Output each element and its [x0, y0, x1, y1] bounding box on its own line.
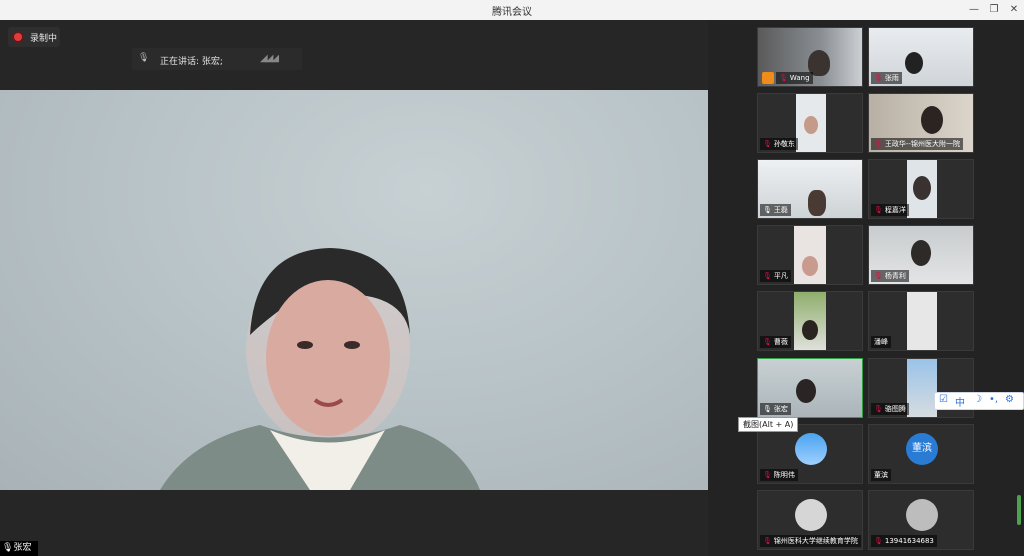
participant-tile[interactable]: 董滨 董滨	[868, 424, 974, 484]
mic-muted-icon: 🎙	[874, 537, 883, 545]
participant-tile[interactable]: 🎙 陈明伟	[757, 424, 863, 484]
participant-label: 🎙 骆图腾	[871, 403, 909, 415]
mic-muted-icon: 🎙	[874, 206, 883, 214]
mic-muted-icon: 🎙	[763, 272, 772, 280]
participant-label: 🎙 孙敬东	[760, 138, 798, 150]
participant-label: 🎙 杨青利	[871, 270, 909, 282]
participant-label: 🎙 张雨	[871, 72, 902, 84]
microphone-icon: 🎙	[138, 53, 150, 63]
participant-tile[interactable]: 🎙 程嘉洋	[868, 159, 974, 219]
restore-icon[interactable]: ❐	[984, 2, 1004, 18]
speaker-video-figure	[160, 248, 480, 490]
language-toggle[interactable]: 中	[955, 394, 965, 409]
mic-muted-icon: 🎙	[763, 140, 772, 148]
minimize-icon[interactable]: —	[964, 2, 984, 18]
participant-label: 潘峰	[871, 336, 891, 348]
participant-label: 🎙 Wang	[776, 72, 813, 84]
participant-tile-active[interactable]: 🎙 张宏	[757, 358, 863, 418]
participant-label: 董滨	[871, 469, 891, 481]
mic-muted-icon: 🎙	[874, 272, 883, 280]
participant-tile[interactable]: 🎙 平凡	[757, 225, 863, 285]
participant-tile[interactable]: 🎙 锦州医科大学继续教育学院	[757, 490, 863, 550]
gallery-scrollbar[interactable]	[1017, 495, 1021, 525]
mic-muted-icon: 🎙	[763, 537, 772, 545]
mic-muted-icon: 🎙	[874, 74, 883, 82]
participant-label: 🎙 张宏	[760, 403, 791, 415]
participant-label: 🎙 13941634683	[871, 535, 937, 547]
window-title: 腾讯会议	[492, 7, 532, 18]
host-icon	[762, 72, 774, 84]
participant-tile[interactable]: 潘峰	[868, 291, 974, 351]
mic-muted-icon: 🎙	[763, 338, 772, 346]
avatar: 董滨	[906, 433, 938, 465]
mic-muted-icon: 🎙	[763, 471, 772, 479]
recording-label: 录制中	[30, 34, 58, 44]
gear-icon[interactable]: ⚙	[1005, 394, 1014, 405]
checkbox-icon[interactable]: ☑	[939, 394, 948, 405]
participant-label: 🎙 程嘉洋	[871, 204, 909, 216]
audio-wave-icon: ◢◢◢	[260, 53, 279, 64]
screenshot-tooltip: 截图(Alt + A)	[738, 417, 799, 432]
recording-badge[interactable]: 录制中	[8, 27, 60, 47]
participant-tile[interactable]: 🎙 13941634683	[868, 490, 974, 550]
participant-tile[interactable]: 🎙 Wang	[757, 27, 863, 87]
mic-muted-icon: 🎙	[874, 405, 883, 413]
participant-label: 🎙 锦州医科大学继续教育学院	[760, 535, 861, 547]
record-icon	[14, 33, 22, 41]
avatar	[795, 433, 827, 465]
participant-label: 🎙 王磊	[760, 204, 791, 216]
speaking-text: 正在讲话: 张宏;	[160, 57, 223, 67]
moon-icon[interactable]: ☽	[973, 394, 982, 405]
participant-label: 🎙 平凡	[760, 270, 791, 282]
title-bar: 腾讯会议 — ❐ ✕	[0, 0, 1024, 21]
participant-tile[interactable]: 🎙 王政华--锦州医大附一院	[868, 93, 974, 153]
mic-icon: 🎙	[763, 206, 772, 214]
main-video[interactable]	[0, 90, 708, 490]
mic-icon: 🎙	[763, 405, 772, 413]
avatar	[906, 499, 938, 531]
participant-tile[interactable]: 🎙 张雨	[868, 27, 974, 87]
participant-tile[interactable]: 🎙 杨青利	[868, 225, 974, 285]
participant-label: 🎙 曹薇	[760, 336, 791, 348]
participant-label: 🎙 陈明伟	[760, 469, 798, 481]
participant-tile[interactable]: 🎙 孙敬东	[757, 93, 863, 153]
participant-gallery	[708, 20, 1024, 556]
participant-label: 🎙 王政华--锦州医大附一院	[871, 138, 963, 150]
speaking-indicator: 🎙 正在讲话: 张宏; ◢◢◢	[132, 48, 302, 70]
close-icon[interactable]: ✕	[1004, 2, 1024, 18]
floating-toolbar[interactable]: ☑ 中 ☽ •, ⚙	[934, 392, 1024, 410]
microphone-icon: 🎙	[2, 543, 14, 553]
participant-tile[interactable]: 🎙 王磊	[757, 159, 863, 219]
punctuation-icon[interactable]: •,	[989, 394, 998, 405]
main-speaker-name: 🎙张宏	[0, 541, 38, 556]
mic-muted-icon: 🎙	[779, 74, 788, 82]
participant-tile[interactable]: 🎙 曹薇	[757, 291, 863, 351]
mic-muted-icon: 🎙	[874, 140, 883, 148]
avatar	[795, 499, 827, 531]
